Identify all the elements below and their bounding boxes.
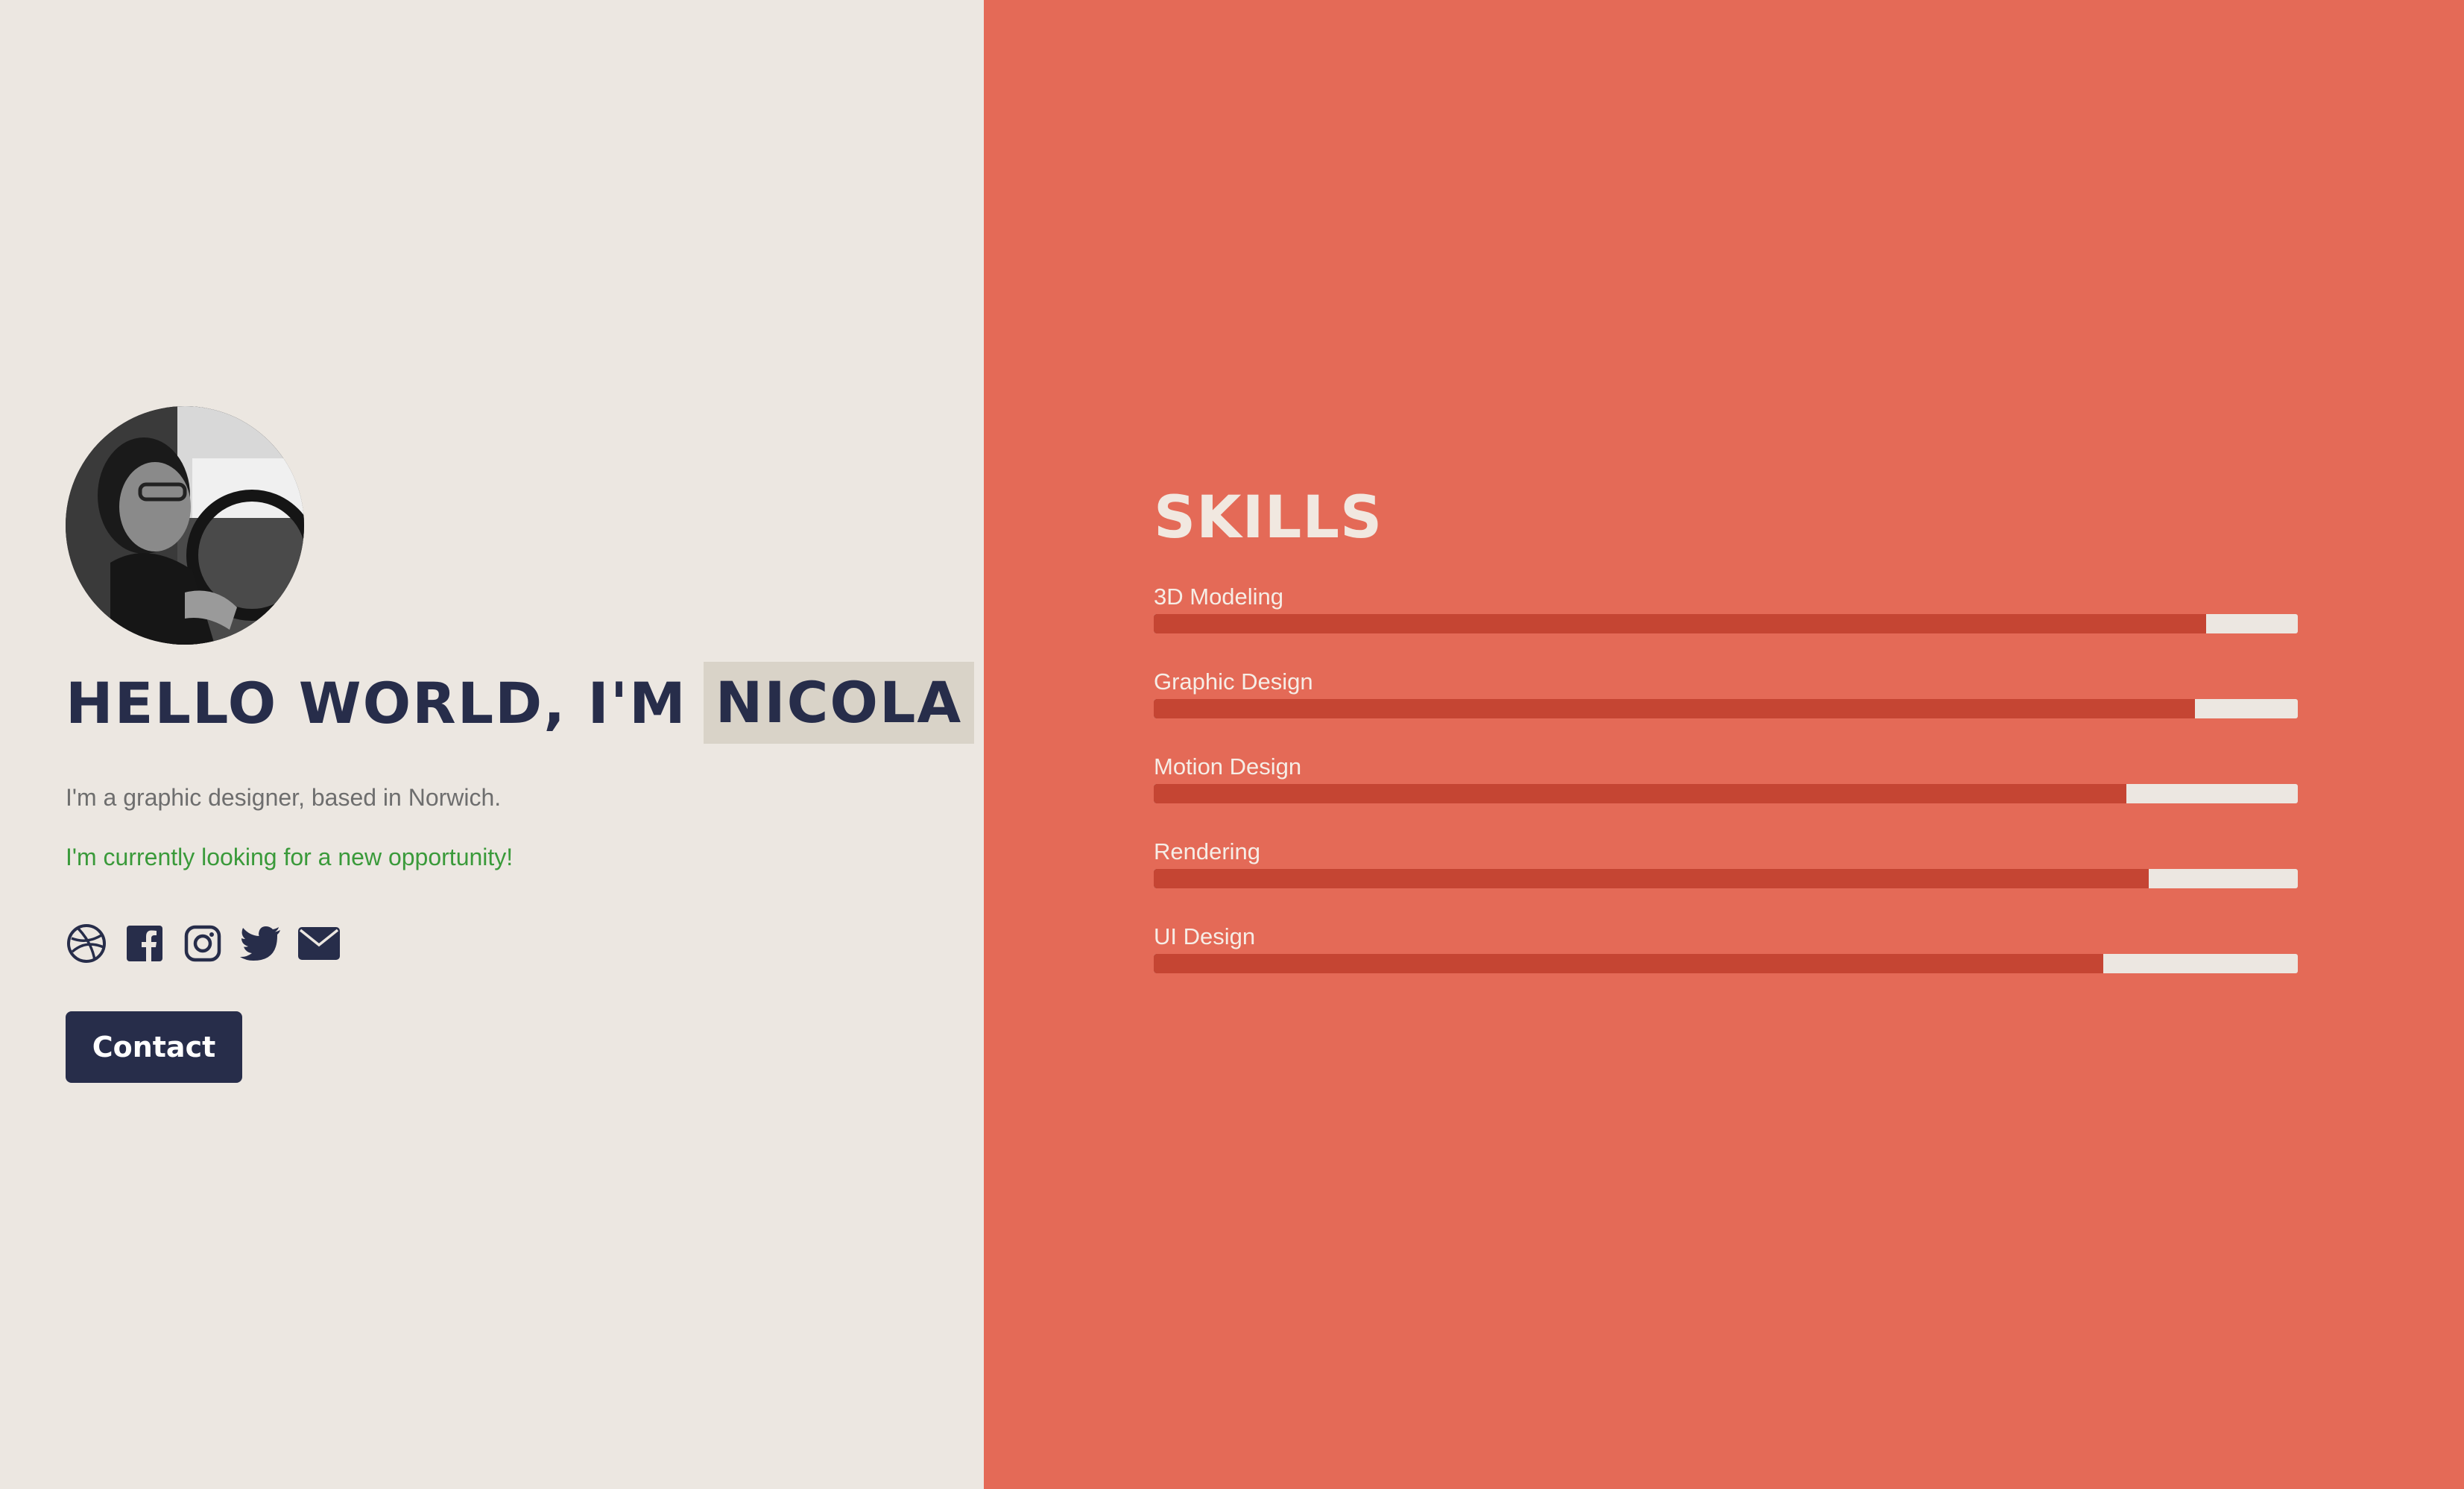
social-links	[66, 923, 340, 964]
skill-bar-track	[1154, 699, 2298, 718]
description-text: I'm a graphic designer, based in Norwich…	[66, 784, 502, 811]
skill-bar-fill	[1154, 954, 2104, 973]
greeting-text: HELLO WORLD, I'M	[66, 669, 687, 736]
facebook-icon[interactable]	[124, 923, 165, 964]
opportunity-text: I'm currently looking for a new opportun…	[66, 844, 514, 870]
skill-bar-fill	[1154, 614, 2207, 633]
instagram-icon[interactable]	[182, 923, 224, 964]
skills-list: 3D Modeling Graphic Design Motion Design…	[1154, 580, 2298, 1005]
profile-avatar	[66, 406, 304, 645]
hero-heading: HELLO WORLD, I'M NICOLA	[66, 662, 975, 744]
skill-item: Graphic Design	[1154, 665, 2298, 750]
skill-bar-fill	[1154, 869, 2149, 888]
skill-bar-track	[1154, 614, 2298, 633]
twitter-icon[interactable]	[240, 923, 282, 964]
skill-bar-fill	[1154, 699, 2195, 718]
skill-label: Rendering	[1154, 838, 1261, 864]
skill-item: 3D Modeling	[1154, 580, 2298, 665]
profile-panel: HELLO WORLD, I'M NICOLA I'm a graphic de…	[0, 0, 984, 1489]
skill-bar-track	[1154, 784, 2298, 803]
skill-item: Motion Design	[1154, 750, 2298, 835]
contact-button[interactable]: Contact	[66, 1011, 242, 1083]
skill-label: Motion Design	[1154, 753, 1302, 780]
skill-bar-track	[1154, 954, 2298, 973]
envelope-icon[interactable]	[298, 923, 340, 964]
skill-label: Graphic Design	[1154, 668, 1313, 695]
dribbble-icon[interactable]	[66, 923, 107, 964]
skill-label: UI Design	[1154, 923, 1256, 949]
skill-bar-fill	[1154, 784, 2126, 803]
name-highlight: NICOLA	[703, 662, 975, 744]
skill-item: UI Design	[1154, 920, 2298, 1005]
skills-heading: SKILLS	[1154, 484, 1383, 551]
skill-item: Rendering	[1154, 835, 2298, 920]
skill-bar-track	[1154, 869, 2298, 888]
skill-label: 3D Modeling	[1154, 584, 1284, 610]
